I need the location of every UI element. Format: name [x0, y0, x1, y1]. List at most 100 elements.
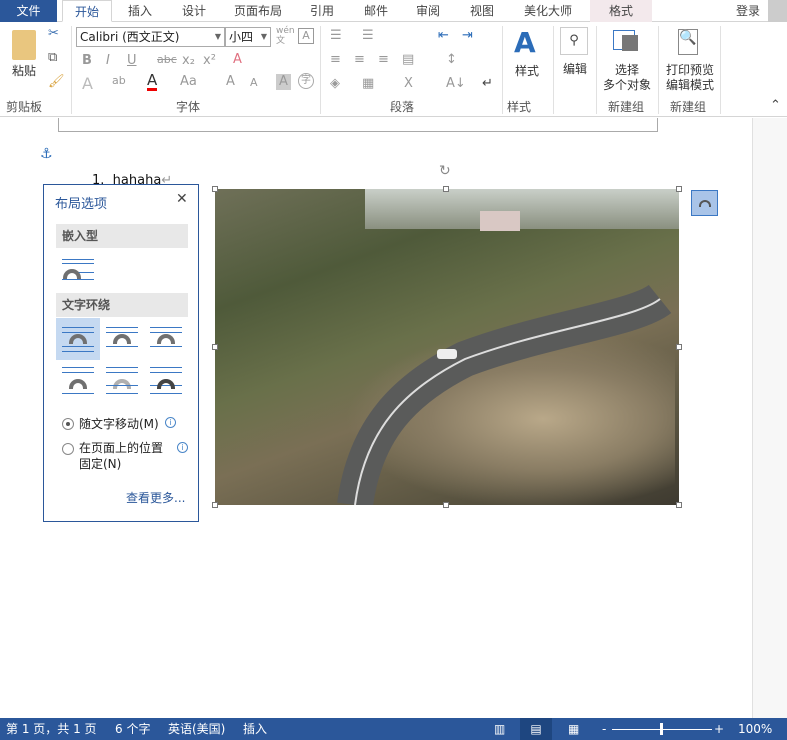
wrap-tight-icon[interactable]	[100, 318, 144, 360]
cut-icon[interactable]: ✂	[48, 26, 59, 41]
resize-handle[interactable]	[676, 186, 682, 192]
tab-insert[interactable]: 插入	[118, 0, 162, 22]
wrap-top-bottom-icon[interactable]	[56, 363, 100, 405]
tab-view[interactable]: 视图	[460, 0, 504, 22]
wrap-inline-icon[interactable]	[56, 253, 100, 295]
highlight-icon[interactable]: ab	[112, 74, 126, 87]
insert-mode[interactable]: 插入	[243, 718, 267, 740]
styles-button[interactable]: 样式	[508, 64, 546, 79]
resize-handle[interactable]	[676, 344, 682, 350]
bold-icon[interactable]: B	[82, 53, 92, 68]
align-center-icon[interactable]: ≡	[354, 52, 365, 67]
fix-position-radio[interactable]	[62, 443, 74, 455]
shading-icon[interactable]: ◈	[330, 76, 340, 91]
font-color-icon[interactable]: A	[147, 73, 158, 91]
move-with-text-label[interactable]: 随文字移动(M)	[79, 415, 159, 432]
font-name-combo[interactable]: Calibri (西文正文) ▼	[76, 27, 225, 47]
bullets-icon[interactable]: ☰	[330, 28, 342, 43]
char-shading-icon[interactable]: A	[276, 74, 291, 90]
page-count[interactable]: 第 1 页，共 1 页	[6, 718, 97, 740]
zoom-slider-thumb[interactable]	[660, 723, 663, 735]
resize-handle[interactable]	[443, 186, 449, 192]
web-layout-icon[interactable]: ▦	[568, 718, 579, 740]
vertical-scrollbar[interactable]	[752, 118, 787, 718]
zoom-in-button[interactable]: +	[714, 718, 724, 740]
copy-icon[interactable]: ⧉	[48, 50, 57, 65]
sort-icon[interactable]: A↓	[446, 76, 466, 91]
align-right-icon[interactable]: ≡	[378, 52, 389, 67]
rotate-handle-icon[interactable]: ↻	[439, 163, 451, 179]
word-count[interactable]: 6 个字	[115, 718, 150, 740]
info-icon[interactable]: i	[177, 442, 188, 453]
grow-font-icon[interactable]: A	[226, 74, 235, 89]
tab-home[interactable]: 开始	[62, 0, 112, 22]
zoom-level[interactable]: 100%	[738, 718, 772, 740]
resize-handle[interactable]	[212, 502, 218, 508]
layout-options-button[interactable]	[691, 190, 718, 216]
styles-icon: A	[514, 26, 536, 59]
see-more-link[interactable]: 查看更多...	[126, 489, 185, 506]
tab-review[interactable]: 审阅	[408, 0, 448, 22]
tab-format[interactable]: 格式	[590, 0, 652, 22]
resize-handle[interactable]	[676, 502, 682, 508]
align-left-icon[interactable]: ≡	[330, 52, 341, 67]
language[interactable]: 英语(美国)	[168, 718, 225, 740]
newgroup1-label: 新建组	[608, 100, 645, 114]
tab-references[interactable]: 引用	[302, 0, 342, 22]
resize-handle[interactable]	[212, 186, 218, 192]
superscript-icon[interactable]: x²	[203, 53, 216, 68]
increase-indent-icon[interactable]: ⇥	[462, 28, 473, 43]
fix-position-label[interactable]: 在页面上的位置 固定(N)	[79, 440, 163, 472]
tab-page-layout[interactable]: 页面布局	[226, 0, 290, 22]
char-border-icon[interactable]: A	[298, 28, 314, 44]
change-case-icon[interactable]: Aa	[180, 74, 197, 89]
format-painter-icon[interactable]: 🖌	[48, 74, 65, 89]
read-mode-icon[interactable]: ▥	[494, 718, 505, 740]
select-objects-button[interactable]: 选择 多个对象	[598, 63, 656, 93]
show-marks-icon[interactable]: ↵	[482, 76, 493, 91]
resize-handle[interactable]	[212, 344, 218, 350]
resize-handle[interactable]	[443, 502, 449, 508]
login-link[interactable]: 登录	[728, 0, 768, 22]
wrap-through-icon[interactable]	[144, 318, 188, 360]
asian-layout-icon[interactable]: X	[404, 76, 413, 91]
decrease-indent-icon[interactable]: ⇤	[438, 28, 449, 43]
italic-icon[interactable]: I	[106, 53, 110, 68]
borders-icon[interactable]: ▦	[362, 76, 374, 91]
editing-button[interactable]: 编辑	[557, 62, 593, 77]
underline-icon[interactable]: U	[127, 53, 137, 68]
font-size-combo[interactable]: 小四 ▼	[225, 27, 271, 47]
paste-button[interactable]: 粘贴	[4, 64, 44, 79]
print-preview-line2: 编辑模式	[665, 78, 714, 92]
wrap-behind-text-icon[interactable]	[100, 363, 144, 405]
print-layout-icon[interactable]: ▤	[520, 718, 552, 740]
tab-file[interactable]: 文件	[0, 0, 57, 22]
info-icon[interactable]: i	[165, 417, 176, 428]
wrap-square-icon[interactable]	[56, 318, 100, 360]
selected-image[interactable]	[215, 189, 679, 505]
collapse-ribbon-icon[interactable]: ⌃	[770, 98, 781, 113]
print-preview-icon: 🔍	[678, 29, 698, 55]
shrink-font-icon[interactable]: A	[250, 76, 258, 89]
text-effects-icon[interactable]: A	[82, 74, 93, 93]
numbering-icon[interactable]: ☰	[362, 28, 374, 43]
clipboard-group-label: 剪贴板	[6, 100, 43, 114]
zoom-out-button[interactable]: -	[602, 718, 606, 740]
enclose-char-icon[interactable]: 字	[298, 73, 314, 89]
justify-icon[interactable]: ▤	[402, 52, 414, 67]
subscript-icon[interactable]: x₂	[182, 53, 195, 68]
wrap-in-front-icon[interactable]	[144, 363, 188, 405]
tab-beautify[interactable]: 美化大师	[516, 0, 580, 22]
close-icon[interactable]: ✕	[176, 191, 188, 207]
clear-format-icon[interactable]: A	[233, 52, 242, 67]
strikethrough-icon[interactable]: abc	[157, 53, 177, 66]
inline-section-header: 嵌入型	[56, 224, 188, 248]
move-with-text-radio[interactable]	[62, 418, 74, 430]
tab-design[interactable]: 设计	[172, 0, 216, 22]
line-spacing-icon[interactable]: ↕	[446, 52, 457, 67]
avatar[interactable]	[768, 0, 787, 22]
font-group-label: 字体	[176, 100, 201, 114]
phonetic-guide-icon[interactable]: wén 文	[276, 26, 295, 46]
print-preview-edit-button[interactable]: 打印预览 编辑模式	[660, 63, 720, 93]
tab-mailings[interactable]: 邮件	[356, 0, 396, 22]
